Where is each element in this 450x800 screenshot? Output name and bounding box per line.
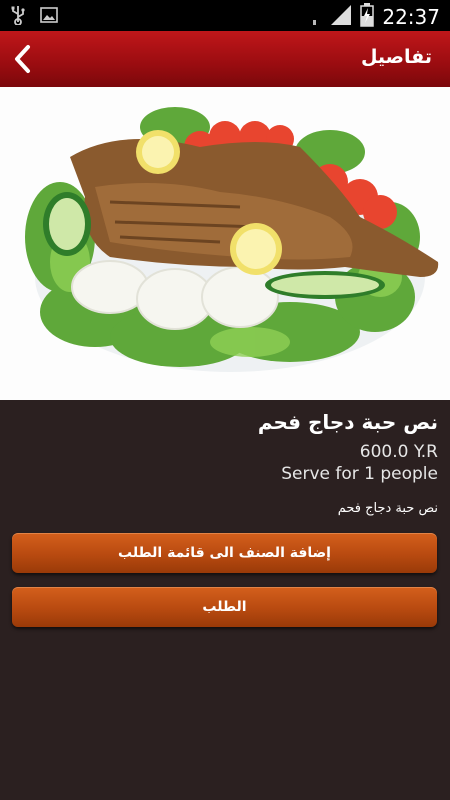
serving-size: Serve for 1 people bbox=[281, 464, 438, 484]
add-to-order-list-button[interactable]: إضافة الصنف الى قائمة الطلب bbox=[12, 533, 437, 573]
status-bar: 22:37 bbox=[0, 0, 450, 31]
order-button[interactable]: الطلب bbox=[12, 587, 437, 627]
chevron-left-icon[interactable] bbox=[6, 45, 42, 81]
page-title: تفاصيل bbox=[360, 46, 432, 68]
item-name: نص حبة دجاج فحم bbox=[257, 410, 438, 434]
usb-icon bbox=[10, 5, 26, 29]
item-price: 600.0 Y.R bbox=[359, 442, 438, 462]
item-image bbox=[0, 87, 450, 400]
wifi-icon bbox=[312, 4, 322, 30]
battery-charging-icon bbox=[360, 3, 375, 31]
status-time: 22:37 bbox=[382, 5, 440, 29]
signal-icon bbox=[330, 4, 352, 30]
image-icon bbox=[40, 7, 58, 27]
back-button[interactable] bbox=[6, 41, 42, 77]
item-description: نص حبة دجاج فحم bbox=[337, 501, 438, 516]
app-bar: تفاصيل bbox=[0, 31, 450, 87]
